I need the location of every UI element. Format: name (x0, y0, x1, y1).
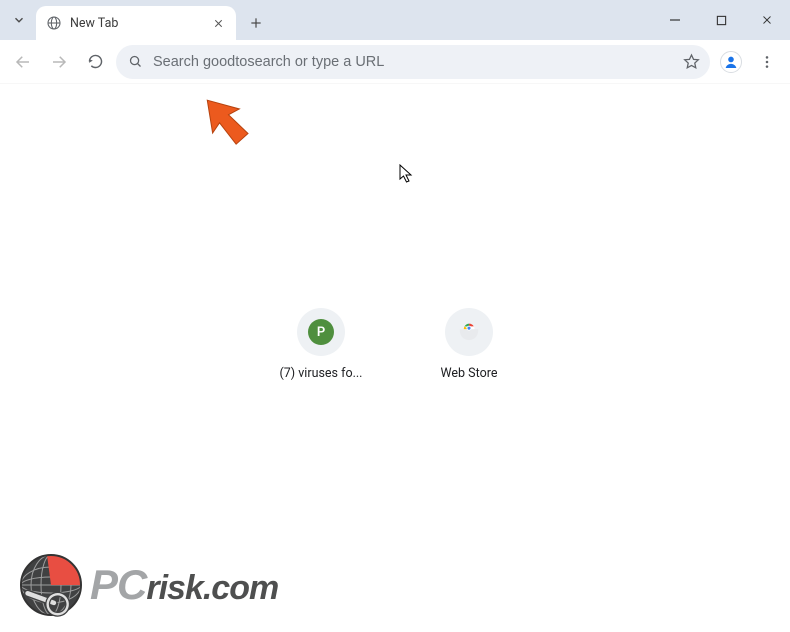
chevron-down-icon (8, 9, 30, 31)
window-controls (652, 0, 790, 40)
maximize-button[interactable] (698, 0, 744, 40)
shortcut-badge-letter: P (317, 325, 325, 340)
address-input[interactable] (153, 54, 673, 70)
shortcut-circle (445, 308, 493, 356)
toolbar (0, 40, 790, 84)
annotation-arrow-icon (194, 91, 258, 155)
mouse-cursor-icon (399, 164, 415, 188)
tab-title: New Tab (70, 16, 202, 31)
tab-search-button[interactable] (6, 0, 36, 40)
new-tab-button[interactable] (242, 9, 270, 37)
kebab-menu-button[interactable] (752, 47, 782, 77)
forward-button[interactable] (44, 47, 74, 77)
avatar-icon (720, 51, 742, 73)
back-button[interactable] (8, 47, 38, 77)
shortcut-grid: P (7) viruses fo... (273, 308, 517, 381)
close-window-button[interactable] (744, 0, 790, 40)
watermark-text: PCrisk.com (90, 561, 278, 609)
chrome-store-icon (458, 319, 480, 345)
close-tab-button[interactable] (210, 15, 226, 31)
shortcut-tile[interactable]: P (7) viruses fo... (273, 308, 369, 381)
shortcut-label: Web Store (441, 366, 498, 381)
watermark: PCrisk.com (18, 552, 278, 618)
watermark-globe-icon (18, 552, 84, 618)
profile-button[interactable] (716, 47, 746, 77)
shortcut-label: (7) viruses fo... (280, 366, 363, 381)
search-icon (128, 54, 143, 69)
bookmark-star-icon[interactable] (683, 53, 700, 70)
watermark-sub: risk.com (146, 569, 278, 608)
reload-button[interactable] (80, 47, 110, 77)
shortcut-tile[interactable]: Web Store (421, 308, 517, 381)
titlebar: New Tab (0, 0, 790, 40)
globe-icon (46, 15, 62, 31)
omnibox[interactable] (116, 45, 710, 79)
minimize-button[interactable] (652, 0, 698, 40)
new-tab-page: P (7) viruses fo... (0, 84, 790, 632)
shortcut-circle: P (297, 308, 345, 356)
watermark-main: PC (90, 561, 146, 609)
browser-tab[interactable]: New Tab (36, 6, 236, 40)
shortcut-badge-icon: P (308, 319, 334, 345)
